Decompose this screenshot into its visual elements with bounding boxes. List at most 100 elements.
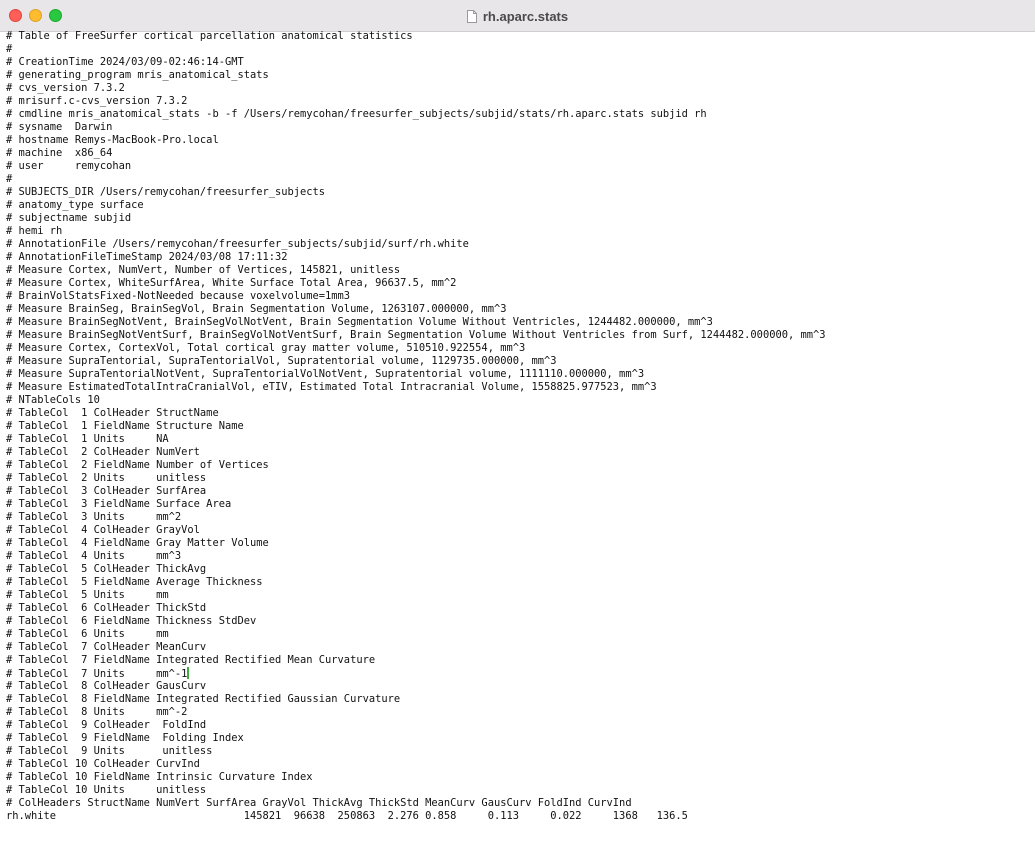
text-line[interactable]: # TableCol 6 ColHeader ThickStd <box>6 602 1031 615</box>
text-line[interactable]: # TableCol 2 Units unitless <box>6 472 1031 485</box>
text-line-content: # TableCol 3 ColHeader SurfArea <box>6 485 207 497</box>
text-line-content: # TableCol 8 Units mm^-2 <box>6 706 188 718</box>
text-line-content: # TableCol 9 FieldName Folding Index <box>6 732 244 744</box>
text-line[interactable]: # sysname Darwin <box>6 121 1031 134</box>
text-line[interactable]: # cmdline mris_anatomical_stats -b -f /U… <box>6 108 1031 121</box>
text-line-content: # TableCol 6 FieldName Thickness StdDev <box>6 615 257 627</box>
text-line[interactable]: # Measure BrainSeg, BrainSegVol, Brain S… <box>6 303 1031 316</box>
text-line[interactable]: # Measure SupraTentorialNotVent, SupraTe… <box>6 368 1031 381</box>
title-bar[interactable]: rh.aparc.stats <box>0 0 1035 32</box>
text-line[interactable]: rh.white 145821 96638 250863 2.276 0.858… <box>6 810 1031 823</box>
text-line[interactable]: # TableCol 6 Units mm <box>6 628 1031 641</box>
text-line[interactable]: # TableCol 5 Units mm <box>6 589 1031 602</box>
text-line[interactable]: # machine x86_64 <box>6 147 1031 160</box>
text-line-content: # TableCol 8 ColHeader GausCurv <box>6 680 207 692</box>
text-line-content: # Measure Cortex, NumVert, Number of Ver… <box>6 264 401 276</box>
text-line[interactable]: # Measure BrainSegNotVent, BrainSegVolNo… <box>6 316 1031 329</box>
text-line[interactable]: # TableCol 4 Units mm^3 <box>6 550 1031 563</box>
text-line-content: # TableCol 8 FieldName Integrated Rectif… <box>6 693 401 705</box>
window-title-container: rh.aparc.stats <box>0 0 1035 32</box>
text-line-content: # Table of FreeSurfer cortical parcellat… <box>6 30 413 42</box>
text-line[interactable]: # SUBJECTS_DIR /Users/remycohan/freesurf… <box>6 186 1031 199</box>
text-line[interactable]: # TableCol 5 ColHeader ThickAvg <box>6 563 1031 576</box>
text-line[interactable]: # CreationTime 2024/03/09-02:46:14-GMT <box>6 56 1031 69</box>
text-line-content: # Measure EstimatedTotalIntraCranialVol,… <box>6 381 657 393</box>
text-line-content: # hemi rh <box>6 225 63 237</box>
text-line-content: # Measure Cortex, WhiteSurfArea, White S… <box>6 277 457 289</box>
text-line-content: # TableCol 5 Units mm <box>6 589 169 601</box>
text-line-content: # user remycohan <box>6 160 132 172</box>
text-line[interactable]: # user remycohan <box>6 160 1031 173</box>
text-line-content: # <box>6 43 13 55</box>
text-line-content: rh.white 145821 96638 250863 2.276 0.858… <box>6 810 688 822</box>
text-line-content: # TableCol 2 ColHeader NumVert <box>6 446 200 458</box>
text-line[interactable]: # BrainVolStatsFixed-NotNeeded because v… <box>6 290 1031 303</box>
text-line-content: # Measure SupraTentorial, SupraTentorial… <box>6 355 557 367</box>
text-line[interactable]: # Measure EstimatedTotalIntraCranialVol,… <box>6 381 1031 394</box>
text-line[interactable]: # TableCol 3 FieldName Surface Area <box>6 498 1031 511</box>
text-line[interactable]: # AnnotationFileTimeStamp 2024/03/08 17:… <box>6 251 1031 264</box>
text-line[interactable]: # TableCol 4 ColHeader GrayVol <box>6 524 1031 537</box>
text-line[interactable]: # TableCol 9 ColHeader FoldInd <box>6 719 1031 732</box>
text-line[interactable]: # AnnotationFile /Users/remycohan/freesu… <box>6 238 1031 251</box>
text-line[interactable]: # TableCol 7 Units mm^-1 <box>6 667 1031 680</box>
text-line[interactable]: # TableCol 6 FieldName Thickness StdDev <box>6 615 1031 628</box>
text-line-content: # machine x86_64 <box>6 147 113 159</box>
text-line[interactable]: # TableCol 9 FieldName Folding Index <box>6 732 1031 745</box>
window-title: rh.aparc.stats <box>482 8 569 24</box>
text-line[interactable]: # hemi rh <box>6 225 1031 238</box>
text-line[interactable]: # hostname Remys-MacBook-Pro.local <box>6 134 1031 147</box>
text-line[interactable]: # TableCol 2 ColHeader NumVert <box>6 446 1031 459</box>
text-line[interactable]: # cvs_version 7.3.2 <box>6 82 1031 95</box>
text-line-content: # anatomy_type surface <box>6 199 144 211</box>
text-line[interactable]: # TableCol 10 ColHeader CurvInd <box>6 758 1031 771</box>
text-line[interactable]: # TableCol 1 ColHeader StructName <box>6 407 1031 420</box>
text-editor-content[interactable]: # Table of FreeSurfer cortical parcellat… <box>6 30 1031 840</box>
text-line-content: # ColHeaders StructName NumVert SurfArea… <box>6 797 632 809</box>
text-line-content: # TableCol 4 ColHeader GrayVol <box>6 524 200 536</box>
text-line[interactable]: # TableCol 1 FieldName Structure Name <box>6 420 1031 433</box>
text-line[interactable]: # TableCol 3 ColHeader SurfArea <box>6 485 1031 498</box>
text-line[interactable]: # TableCol 3 Units mm^2 <box>6 511 1031 524</box>
text-line-content: # AnnotationFile /Users/remycohan/freesu… <box>6 238 469 250</box>
text-line-content: # mrisurf.c-cvs_version 7.3.2 <box>6 95 188 107</box>
text-line-content: # BrainVolStatsFixed-NotNeeded because v… <box>6 290 351 302</box>
text-line-content: # TableCol 4 Units mm^3 <box>6 550 182 562</box>
text-line[interactable]: # TableCol 7 ColHeader MeanCurv <box>6 641 1031 654</box>
text-line[interactable]: # <box>6 43 1031 56</box>
text-line[interactable]: # TableCol 10 Units unitless <box>6 784 1031 797</box>
text-line-content: # Measure SupraTentorialNotVent, SupraTe… <box>6 368 645 380</box>
text-line[interactable]: # Table of FreeSurfer cortical parcellat… <box>6 30 1031 43</box>
text-line-content: # TableCol 10 FieldName Intrinsic Curvat… <box>6 771 313 783</box>
text-line[interactable]: # NTableCols 10 <box>6 394 1031 407</box>
text-line-content: # cmdline mris_anatomical_stats -b -f /U… <box>6 108 707 120</box>
text-line-content: # sysname Darwin <box>6 121 113 133</box>
text-line[interactable]: # Measure Cortex, WhiteSurfArea, White S… <box>6 277 1031 290</box>
text-line[interactable]: # ColHeaders StructName NumVert SurfArea… <box>6 797 1031 810</box>
text-line[interactable]: # Measure Cortex, CortexVol, Total corti… <box>6 342 1031 355</box>
text-line[interactable]: # subjectname subjid <box>6 212 1031 225</box>
text-line-content: # TableCol 7 ColHeader MeanCurv <box>6 641 207 653</box>
text-line[interactable]: # TableCol 1 Units NA <box>6 433 1031 446</box>
text-line[interactable]: # mrisurf.c-cvs_version 7.3.2 <box>6 95 1031 108</box>
text-line[interactable]: # TableCol 8 FieldName Integrated Rectif… <box>6 693 1031 706</box>
text-line-content: # TableCol 10 ColHeader CurvInd <box>6 758 200 770</box>
text-line[interactable]: # anatomy_type surface <box>6 199 1031 212</box>
text-line[interactable]: # Measure SupraTentorial, SupraTentorial… <box>6 355 1031 368</box>
text-line-content: # TableCol 6 ColHeader ThickStd <box>6 602 207 614</box>
text-line-content: # <box>6 173 13 185</box>
text-line[interactable]: # TableCol 8 ColHeader GausCurv <box>6 680 1031 693</box>
text-line[interactable]: # TableCol 2 FieldName Number of Vertice… <box>6 459 1031 472</box>
text-line[interactable]: # TableCol 5 FieldName Average Thickness <box>6 576 1031 589</box>
text-line-content: # TableCol 2 FieldName Number of Vertice… <box>6 459 269 471</box>
text-line[interactable]: # TableCol 4 FieldName Gray Matter Volum… <box>6 537 1031 550</box>
text-line[interactable]: # <box>6 173 1031 186</box>
text-line-content: # SUBJECTS_DIR /Users/remycohan/freesurf… <box>6 186 326 198</box>
text-line[interactable]: # TableCol 7 FieldName Integrated Rectif… <box>6 654 1031 667</box>
text-line[interactable]: # TableCol 9 Units unitless <box>6 745 1031 758</box>
text-line[interactable]: # TableCol 10 FieldName Intrinsic Curvat… <box>6 771 1031 784</box>
text-line[interactable]: # generating_program mris_anatomical_sta… <box>6 69 1031 82</box>
text-line[interactable]: # Measure BrainSegNotVentSurf, BrainSegV… <box>6 329 1031 342</box>
text-line[interactable]: # Measure Cortex, NumVert, Number of Ver… <box>6 264 1031 277</box>
text-line[interactable]: # TableCol 8 Units mm^-2 <box>6 706 1031 719</box>
